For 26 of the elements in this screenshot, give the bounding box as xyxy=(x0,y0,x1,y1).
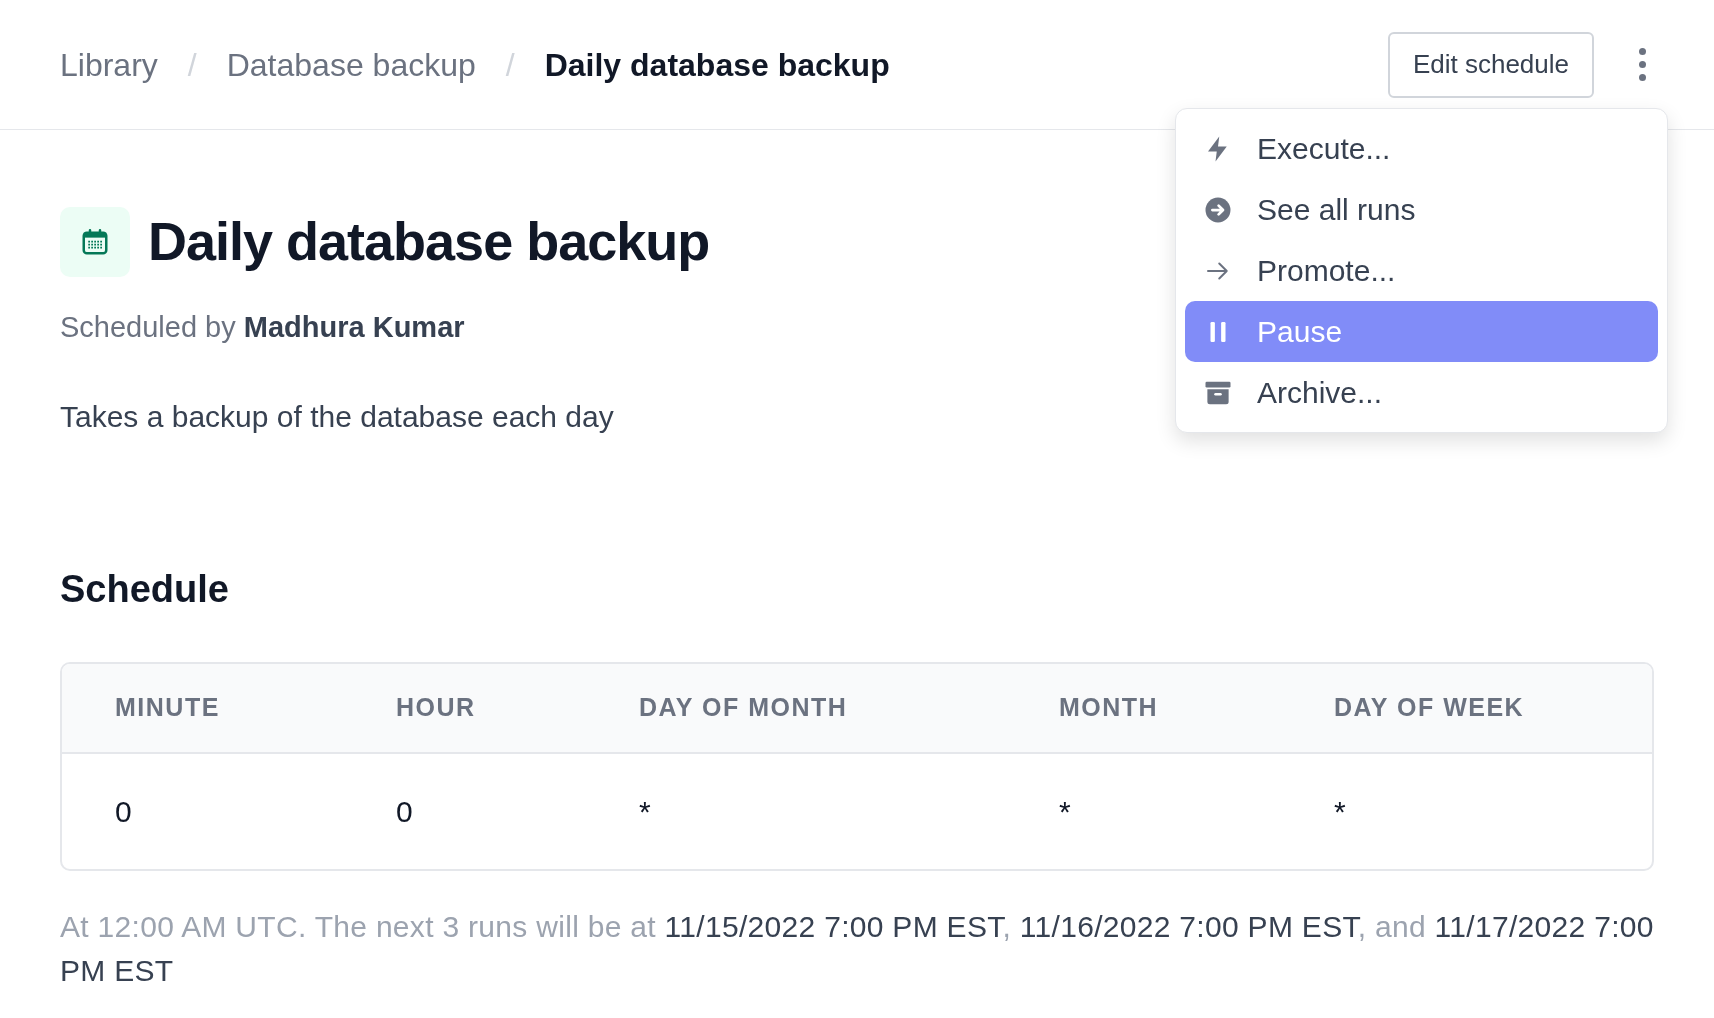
table-cell: * xyxy=(639,794,651,828)
next-runs-text: At 12:00 AM UTC. The next 3 runs will be at 11/15/2022 7:00 PM EST, 11/16/2022 7:00 PM EST, and 11/17/2022 7:00 PM EST xyxy=(60,908,1654,989)
breadcrumb-link[interactable]: Database backup xyxy=(226,40,476,89)
table-cell: * xyxy=(1059,794,1071,828)
menu-item[interactable]: Execute... xyxy=(1185,118,1658,179)
column-header: DAY OF MONTH xyxy=(639,692,848,721)
breadcrumb-current[interactable]: Daily database backup xyxy=(544,40,890,89)
calendar-icon xyxy=(80,226,110,257)
column-header: MINUTE xyxy=(115,692,220,721)
breadcrumb-link[interactable]: Library xyxy=(60,40,158,89)
edit-schedule-button[interactable]: Edit schedule xyxy=(1387,31,1594,98)
menu-item[interactable]: Promote... xyxy=(1185,240,1658,301)
column-header: MONTH xyxy=(1059,692,1159,721)
column-header: DAY OF WEEK xyxy=(1334,692,1525,721)
page-title: Daily database backup xyxy=(148,210,710,273)
menu-item[interactable]: Archive... xyxy=(1185,362,1658,423)
table-cell: * xyxy=(1334,794,1346,828)
breadcrumb-separator: / xyxy=(187,45,197,85)
menu-item[interactable]: See all runs xyxy=(1185,179,1658,240)
breadcrumb-separator: / xyxy=(505,45,515,85)
scheduled-by-text: Scheduled by Madhura Kumar xyxy=(60,310,465,345)
column-header: HOUR xyxy=(396,692,476,721)
table-cell: 0 xyxy=(115,794,132,828)
section-heading: Schedule xyxy=(60,566,230,612)
description-text: Takes a backup of the database each day xyxy=(60,398,614,435)
table-cell: 0 xyxy=(396,794,413,828)
